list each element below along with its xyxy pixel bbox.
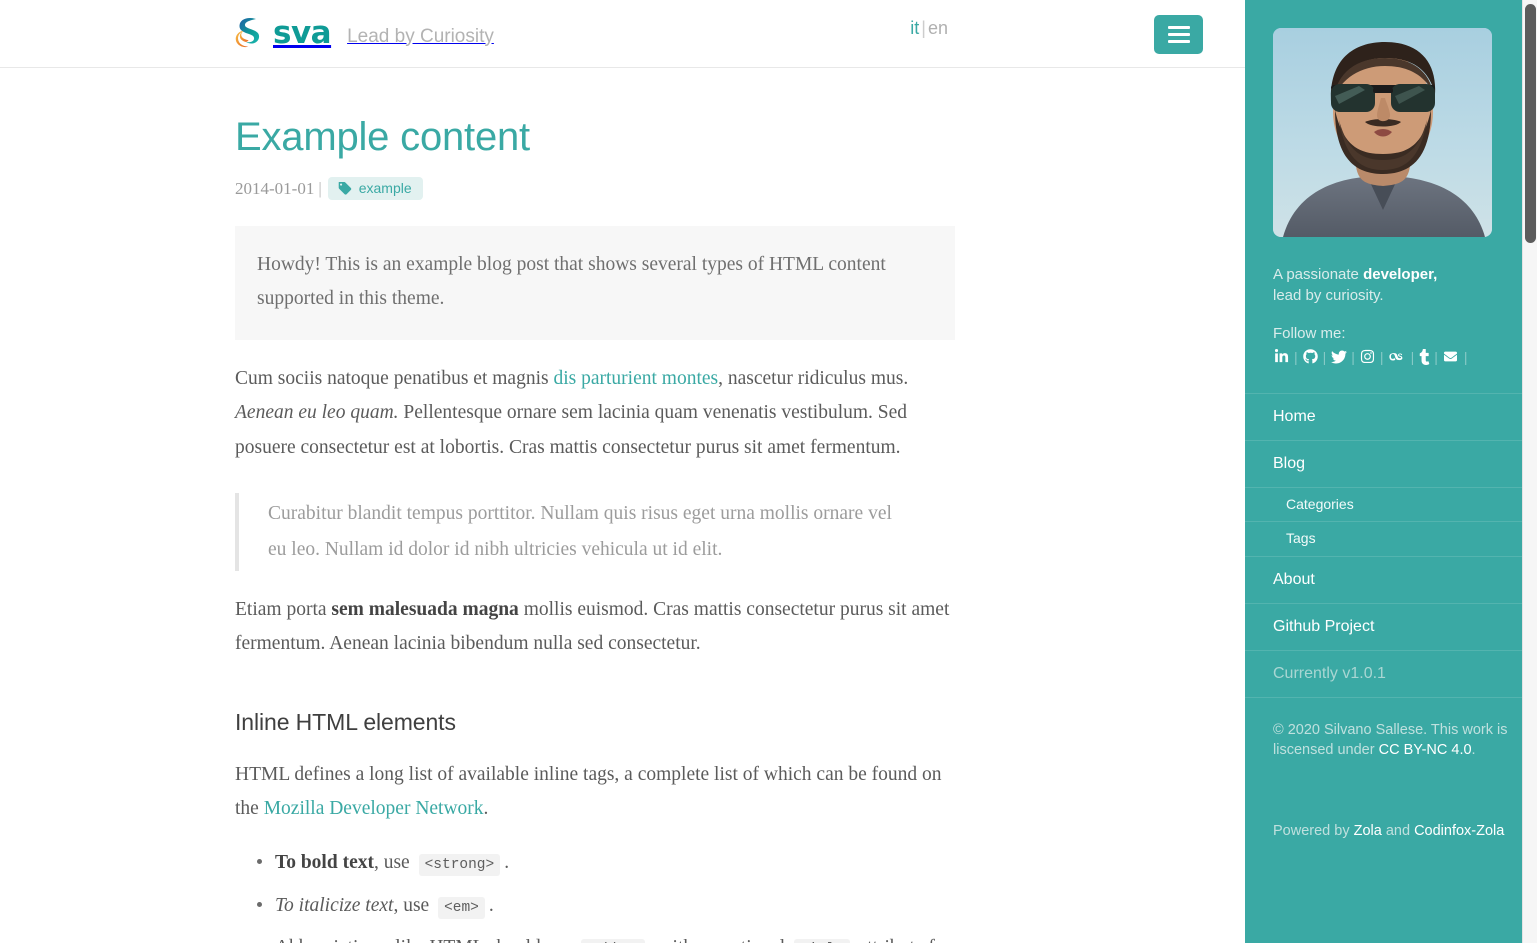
site-header: sva Lead by Curiosity it | en [0,0,1245,68]
list-item: To italicize text, use <em>. [257,889,955,923]
li3-c: , with an optional [649,937,790,943]
section-heading-inline-html: Inline HTML elements [235,709,456,736]
post-date: 2014-01-01 [235,178,315,198]
li1-strong: To bold text [275,852,374,874]
email-icon[interactable] [1442,347,1460,367]
twitter-icon[interactable] [1330,347,1347,367]
copyright-text: © 2020 Silvano Sallese. This work is lis… [1273,720,1509,761]
bio-role: developer, [1363,266,1438,283]
p1-text-a: Cum sociis natoque penatibus et magnis [235,368,554,390]
sidebar-item-home[interactable]: Home [1245,392,1537,440]
inline-elements-list: To bold text, use <strong>. To italicize… [235,846,955,943]
powered-mid: and [1381,823,1415,840]
sidebar-nav: Home Blog Categories Tags About Github P… [1245,392,1537,698]
link-dis-parturient-montes[interactable]: dis parturient montes [553,368,718,389]
copyright-b: . [1471,742,1476,759]
brand-wordmark: sva [273,14,332,51]
instagram-icon[interactable] [1359,347,1376,367]
social-links: | | | | | | | [1245,347,1537,367]
li3-b: should use [484,937,577,943]
paragraph-3: HTML defines a long list of available in… [235,758,955,826]
li1-end: . [504,852,510,874]
social-separator: | [1379,348,1384,365]
lastfm-icon[interactable] [1388,347,1407,367]
brand-logo-link[interactable]: sva Lead by Curiosity [235,16,494,50]
github-icon[interactable] [1302,347,1319,367]
powered-by-text: Powered by Zola and Codinfox-Zola [1273,821,1509,842]
intro-callout: Howdy! This is an example blog post that… [235,226,955,341]
social-separator: | [1463,348,1468,365]
sidebar-item-github-project[interactable]: Github Project [1245,602,1537,650]
tag-badge[interactable]: example [327,177,423,200]
p2-text-a: Etiam porta [235,598,332,620]
paragraph-1: Cum sociis natoque penatibus et magnis d… [235,362,955,464]
blockquote-line-2: eu leo. Nullam id dolor id nibh ultricie… [268,538,723,560]
page-scrollbar[interactable] [1522,0,1537,943]
li2-em: To italicize text [275,894,394,916]
brand-tagline: Lead by Curiosity [347,25,494,47]
hamburger-menu-button[interactable] [1154,15,1203,54]
lang-separator: | [921,18,926,38]
codinfox-zola-link[interactable]: Codinfox-Zola [1414,823,1504,839]
li3-code-1: <abbr> [580,938,645,943]
sidebar: A passionate developer, lead by curiosit… [1245,0,1537,943]
li2-code: <em> [438,896,485,919]
sidebar-item-about[interactable]: About [1245,555,1537,603]
social-separator: | [1294,348,1298,365]
powered-a: Powered by [1273,823,1354,840]
tumblr-icon[interactable] [1418,347,1430,367]
linkedin-icon[interactable] [1273,347,1290,367]
social-separator: | [1322,348,1327,365]
sidebar-item-tags[interactable]: Tags [1245,521,1537,556]
p1-text-b: , nascetur ridiculus mus. [718,368,909,390]
language-switcher: it | en [910,18,948,39]
list-item: To bold text, use <strong>. [257,846,955,880]
tag-icon [338,181,352,195]
li3-code-2: title [794,938,850,943]
p2-strong: sem malesuada magna [331,598,519,620]
li1-code: <strong> [418,854,501,877]
sidebar-item-categories[interactable]: Categories [1245,486,1537,522]
article-body: Example content 2014-01-01 | example How… [0,68,1245,943]
post-meta: 2014-01-01 | example [235,177,1245,200]
main-content-column: sva Lead by Curiosity it | en Example cont… [0,0,1245,943]
bio-text-a: A passionate [1273,266,1364,283]
page-title: Example content [235,115,530,159]
sidebar-item-blog[interactable]: Blog [1245,439,1537,487]
meta-separator: | [318,178,322,198]
avatar [1273,28,1492,237]
social-separator: | [1410,348,1415,365]
blockquote: Curabitur blandit tempus porttitor. Null… [235,492,955,571]
zola-link[interactable]: Zola [1354,823,1382,839]
li3-a: Abbreviations, like [275,937,429,943]
blockquote-line-1: Curabitur blandit tempus porttitor. Null… [268,502,892,524]
page-root: sva Lead by Curiosity it | en Example cont… [0,0,1537,943]
bio-text-b: lead by curiosity. [1273,286,1384,304]
follow-me-label: Follow me: [1273,325,1346,343]
li2-mid: , use [393,894,435,916]
sva-logo-icon [235,16,263,50]
hamburger-icon [1167,26,1190,43]
link-mozilla-developer-network[interactable]: Mozilla Developer Network [264,798,484,819]
bio-text: A passionate developer, lead by curiosit… [1245,265,1537,306]
social-separator: | [1434,348,1438,365]
abbr-html: HTML [429,936,484,943]
li2-end: . [488,894,494,916]
sidebar-footer: © 2020 Silvano Sallese. This work is lis… [1245,698,1537,842]
license-link[interactable]: CC BY-NC 4.0 [1379,742,1472,758]
lang-link-it[interactable]: it [910,18,919,38]
li1-mid: , use [373,852,415,874]
list-item: Abbreviations, like HTML should use <abb… [263,931,955,943]
sidebar-item-version[interactable]: Currently v1.0.1 [1245,649,1537,698]
p3-text-b: . [483,798,489,820]
scrollbar-thumb[interactable] [1525,4,1536,243]
p1-emphasis: Aenean eu leo quam. [235,402,399,424]
lang-current-en: en [927,18,948,38]
tag-label: example [358,180,412,196]
profile-section [1245,0,1537,237]
paragraph-2: Etiam porta sem malesuada magna mollis e… [235,593,955,661]
social-separator: | [1351,348,1355,365]
